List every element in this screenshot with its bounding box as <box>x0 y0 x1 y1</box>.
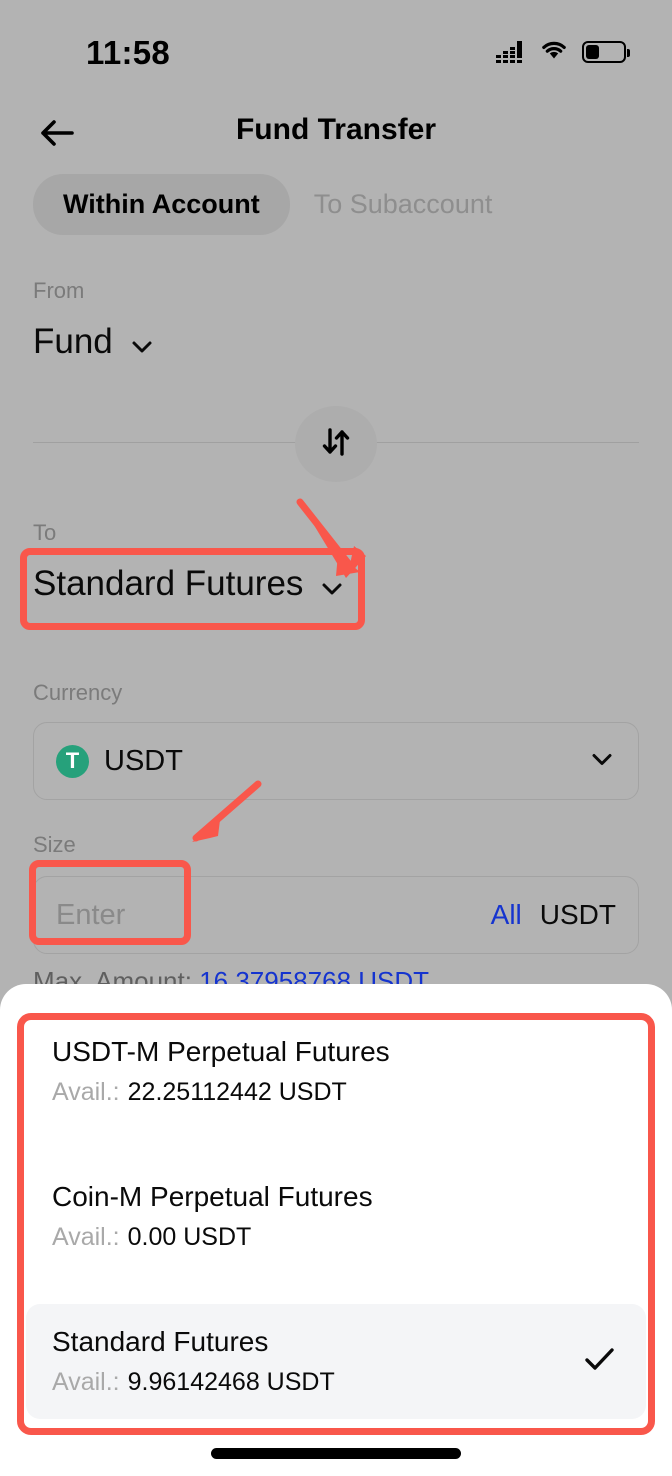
currency-selector[interactable]: T USDT <box>33 722 639 800</box>
from-label: From <box>33 278 85 303</box>
size-input-actions: All USDT <box>491 899 616 931</box>
swap-direction-button[interactable] <box>295 406 377 482</box>
avail-value: 22.25112442 USDT <box>127 1078 347 1106</box>
size-input-row[interactable]: All USDT <box>33 876 639 954</box>
list-item-title: Coin-M Perpetual Futures <box>52 1181 373 1212</box>
swap-vertical-icon <box>315 421 357 468</box>
list-item-title: USDT-M Perpetual Futures <box>52 1036 390 1067</box>
avail-value: 0.00 USDT <box>127 1223 252 1251</box>
account-list: USDT-M Perpetual Futures Avail.: 22.25112… <box>26 1014 646 1419</box>
list-item-texts: Standard Futures Avail.: 9.96142468 USDT <box>52 1326 335 1397</box>
wifi-icon <box>539 38 569 65</box>
list-item-avail: Avail.: 0.00 USDT <box>52 1223 373 1252</box>
all-button[interactable]: All <box>491 899 522 931</box>
list-item-title: Standard Futures <box>52 1326 269 1357</box>
to-account-value: Standard Futures <box>33 564 304 603</box>
chevron-down-icon <box>588 745 616 778</box>
size-unit-label: USDT <box>539 899 616 930</box>
chevron-down-icon <box>129 329 155 355</box>
battery-low-icon <box>582 40 630 63</box>
checkmark-icon <box>578 1338 620 1385</box>
from-account-selector[interactable]: Fund <box>33 322 155 362</box>
size-label: Size <box>33 832 76 857</box>
usdt-tether-icon: T <box>56 744 89 778</box>
to-label: To <box>33 520 57 545</box>
from-account-value: Fund <box>33 322 113 361</box>
transfer-mode-tabs: Within Account To Subaccount <box>33 174 522 235</box>
currency-value: USDT <box>104 744 183 777</box>
to-account-selector[interactable]: Standard Futures <box>33 564 345 604</box>
status-time: 11:58 <box>86 34 171 71</box>
home-indicator-bar <box>211 1448 461 1459</box>
chevron-down-icon <box>319 571 345 597</box>
avail-label: Avail.: <box>52 1078 120 1106</box>
status-icons <box>496 38 630 65</box>
size-input[interactable] <box>56 898 386 932</box>
list-item-texts: Coin-M Perpetual Futures Avail.: 0.00 USD… <box>52 1181 373 1252</box>
avail-label: Avail.: <box>52 1223 120 1251</box>
avail-value: 9.96142468 USDT <box>127 1368 335 1396</box>
page-title: Fund Transfer <box>235 113 437 146</box>
list-item-avail: Avail.: 9.96142468 USDT <box>52 1368 335 1397</box>
currency-label: Currency <box>33 680 123 705</box>
phone-screen: 11:58 Fund Transfer Within Account To Su… <box>0 0 672 1476</box>
list-item[interactable]: Coin-M Perpetual Futures Avail.: 0.00 USD… <box>26 1159 646 1274</box>
list-item[interactable]: USDT-M Perpetual Futures Avail.: 22.25112… <box>26 1014 646 1129</box>
usdt-coin-symbol: T <box>65 747 80 773</box>
cellular-signal-icon <box>496 40 526 63</box>
list-item-avail: Avail.: 22.25112442 USDT <box>52 1078 390 1107</box>
list-item-texts: USDT-M Perpetual Futures Avail.: 22.25112… <box>52 1036 390 1107</box>
list-item-selected[interactable]: Standard Futures Avail.: 9.96142468 USDT <box>26 1304 646 1419</box>
tab-to-subaccount[interactable]: To Subaccount <box>290 174 523 235</box>
status-bar: 11:58 <box>0 0 672 96</box>
nav-bar: Fund Transfer <box>0 100 672 166</box>
swap-row <box>0 406 672 482</box>
avail-label: Avail.: <box>52 1368 120 1396</box>
tab-within-account[interactable]: Within Account <box>33 174 290 235</box>
account-picker-sheet: USDT-M Perpetual Futures Avail.: 22.25112… <box>0 984 672 1476</box>
